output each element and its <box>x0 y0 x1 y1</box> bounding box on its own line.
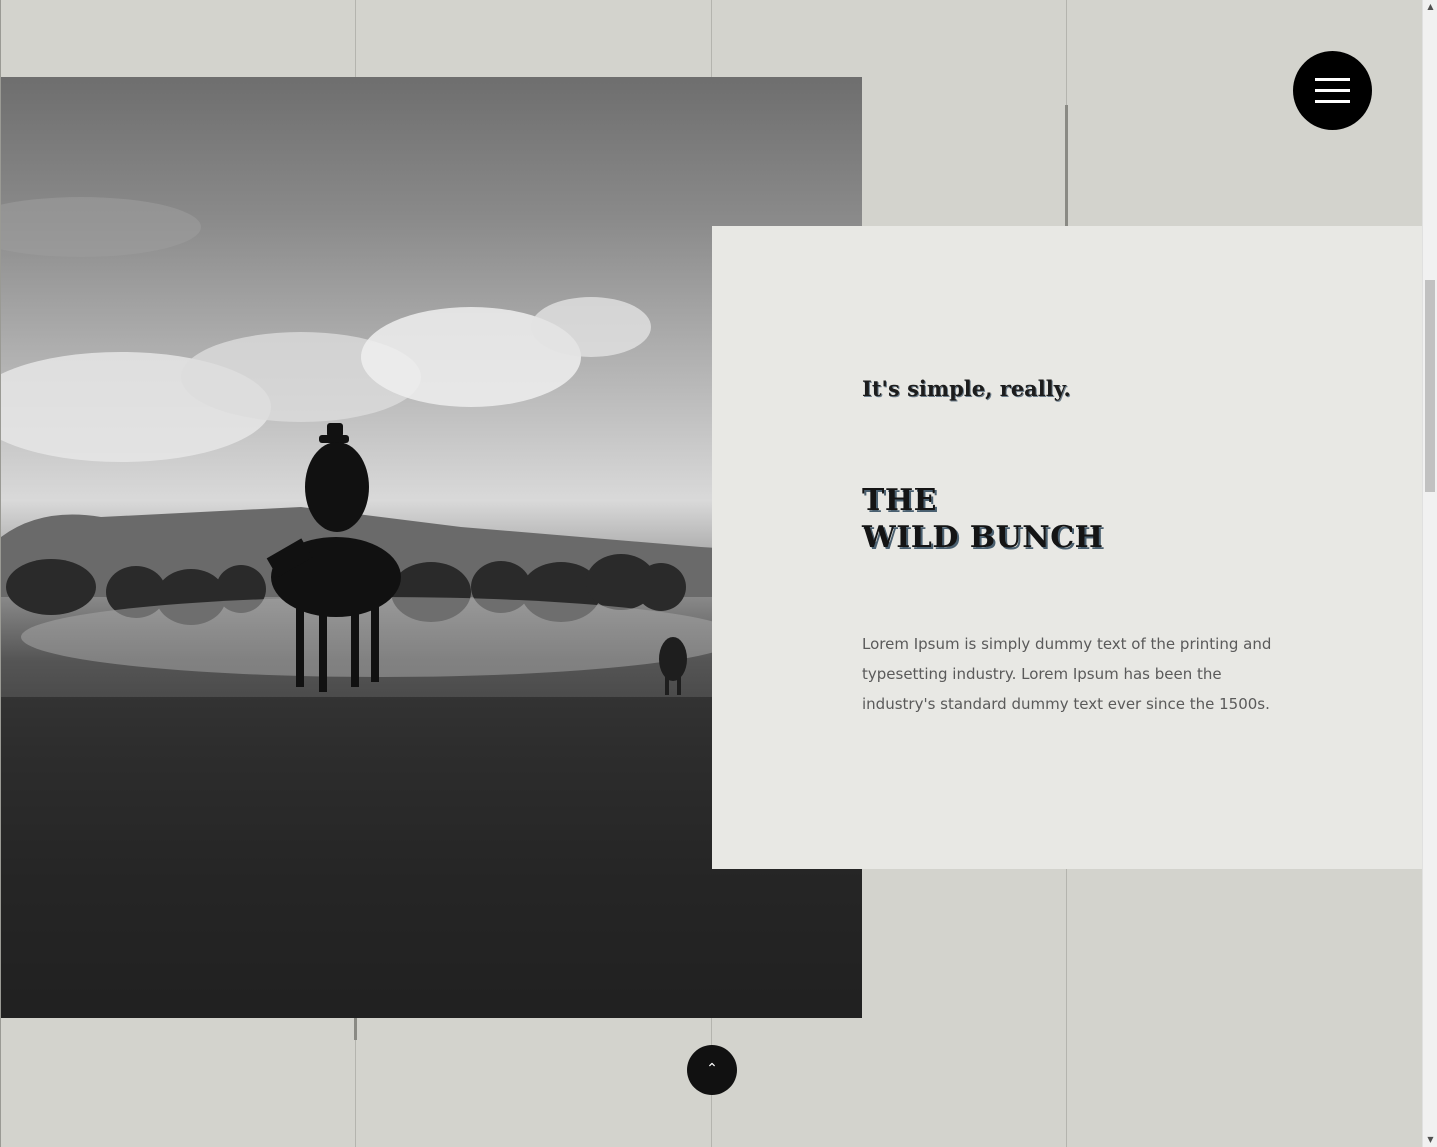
card-kicker: It's simple, really. <box>862 376 1071 401</box>
accent-line <box>354 1018 357 1040</box>
card-title: THE WILD BUNCH <box>862 482 1103 556</box>
menu-button[interactable] <box>1293 51 1372 130</box>
scroll-down-arrow-icon[interactable]: ▼ <box>1423 1133 1437 1147</box>
scroll-up-arrow-icon[interactable]: ▲ <box>1423 0 1437 14</box>
card-title-line-2: WILD BUNCH <box>862 520 1104 555</box>
vertical-scrollbar[interactable]: ▲ ▼ <box>1422 0 1437 1147</box>
accent-line <box>1065 105 1068 226</box>
scrollbar-thumb[interactable] <box>1425 280 1435 492</box>
card-title-line-1: THE <box>862 483 938 518</box>
chevron-up-icon: ⌃ <box>706 1061 718 1077</box>
back-to-top-button[interactable]: ⌃ <box>687 1045 737 1095</box>
info-card: It's simple, really. THE WILD BUNCH Lore… <box>712 226 1422 869</box>
card-body: Lorem Ipsum is simply dummy text of the … <box>862 635 1272 713</box>
